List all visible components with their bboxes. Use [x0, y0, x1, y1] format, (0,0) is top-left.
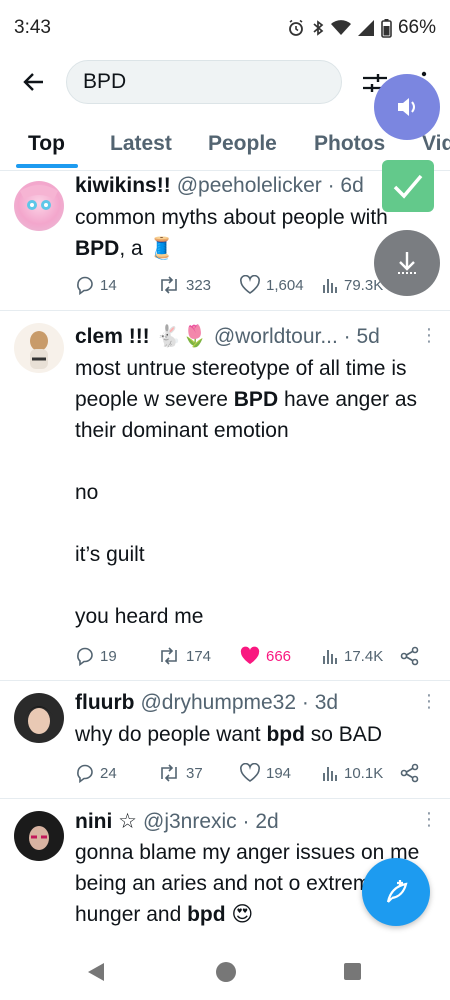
views-chart-icon: [323, 767, 337, 781]
like-button[interactable]: 1,604: [239, 272, 304, 298]
retweet-count: 323: [186, 276, 212, 294]
tab-top[interactable]: Top: [28, 132, 65, 156]
like-count: 666: [266, 647, 292, 665]
tweet-actions: 19 174 666 17.4K: [75, 643, 425, 669]
reply-icon: [77, 764, 93, 783]
wifi-icon: [330, 20, 351, 35]
system-navigation-bar: [0, 944, 450, 1000]
share-button[interactable]: [400, 760, 420, 786]
tweet-text-paragraph: it’s guilt: [75, 543, 145, 566]
avatar[interactable]: [14, 811, 64, 861]
tweet-text: why do people want bpd so BAD: [75, 723, 382, 746]
tweet-more-icon[interactable]: ⋮: [420, 691, 438, 713]
tweet-header: nini ☆ @j3nrexic · 2d: [75, 809, 279, 834]
avatar[interactable]: [14, 323, 64, 373]
alarm-icon: [289, 19, 303, 36]
checkmark-icon: [393, 174, 423, 199]
audio-overlay-button[interactable]: [374, 74, 440, 140]
share-icon: [400, 646, 419, 666]
speaker-icon: [398, 98, 415, 116]
retweet-count: 37: [186, 764, 203, 782]
tweet-header: fluurb @dryhumpme32 · 3d: [75, 691, 338, 715]
status-bar: 3:43 66%: [0, 0, 450, 56]
display-name[interactable]: nini ☆: [75, 809, 137, 834]
handle[interactable]: @peeholelicker · 6d: [177, 174, 364, 198]
back-button[interactable]: [18, 66, 50, 98]
heart-filled-icon: [240, 646, 260, 664]
tweet-card[interactable]: clem !!! 🐇🌷 @worldtour... · 5d most untr…: [0, 311, 450, 681]
tweet-header: clem !!! 🐇🌷 @worldtour... · 5d: [75, 325, 380, 349]
retweet-icon: [161, 276, 177, 294]
tab-latest[interactable]: Latest: [110, 132, 172, 156]
tweet-text-paragraph: you heard me: [75, 605, 204, 628]
handle[interactable]: @worldtour... · 5d: [214, 325, 380, 349]
heart-icon: [240, 275, 260, 294]
views-button[interactable]: 10.1K: [321, 760, 383, 786]
tweet-actions: 14 323 1,604 79.3K: [75, 272, 425, 298]
avatar[interactable]: [14, 181, 64, 231]
tab-videos[interactable]: Vid: [422, 132, 450, 156]
view-count: 17.4K: [344, 647, 384, 665]
display-name[interactable]: clem !!! 🐇🌷: [75, 325, 208, 349]
reply-icon: [77, 647, 93, 666]
nav-back-icon[interactable]: [86, 962, 106, 982]
search-input[interactable]: BPD: [66, 60, 342, 104]
reply-button[interactable]: 19: [75, 643, 117, 669]
download-icon: [398, 252, 416, 274]
display-name[interactable]: kiwikins!!: [75, 174, 171, 198]
reply-icon: [77, 276, 93, 295]
display-name[interactable]: fluurb: [75, 691, 134, 715]
battery-icon: [381, 18, 392, 38]
tab-photos[interactable]: Photos: [314, 132, 385, 156]
reply-count: 14: [100, 276, 117, 294]
retweet-button[interactable]: 37: [157, 760, 203, 786]
tweet-more-icon[interactable]: ⋮: [420, 325, 438, 347]
share-icon: [400, 763, 419, 783]
search-query: BPD: [83, 70, 127, 93]
views-button[interactable]: 79.3K: [321, 272, 383, 298]
download-overlay-button[interactable]: [374, 230, 440, 296]
status-time: 3:43: [14, 17, 51, 38]
arrow-left-icon: [23, 73, 43, 91]
like-count: 194: [266, 764, 292, 782]
like-count: 1,604: [266, 276, 304, 294]
nav-recents-icon[interactable]: [344, 963, 361, 980]
tab-people[interactable]: People: [208, 132, 277, 156]
tweet-card[interactable]: fluurb @dryhumpme32 · 3d why do people w…: [0, 681, 450, 799]
retweet-icon: [161, 764, 177, 782]
share-button[interactable]: [400, 643, 420, 669]
tweet-actions: 24 37 194 10.1K: [75, 760, 425, 786]
signal-icon: [357, 20, 374, 36]
tweet-more-icon[interactable]: ⋮: [420, 809, 438, 831]
reply-button[interactable]: 14: [75, 272, 117, 298]
reply-count: 19: [100, 647, 117, 665]
views-chart-icon: [323, 279, 337, 293]
check-overlay-button[interactable]: [382, 160, 434, 212]
like-button[interactable]: 194: [239, 760, 291, 786]
bluetooth-icon: [313, 20, 324, 36]
compose-button[interactable]: [362, 858, 430, 926]
views-chart-icon: [323, 650, 337, 664]
battery-percent: 66%: [397, 17, 436, 38]
tweet-header: kiwikins!! @peeholelicker · 6d: [75, 174, 364, 198]
compose-feather-icon: [386, 880, 408, 903]
reply-count: 24: [100, 764, 117, 782]
nav-home-icon[interactable]: [216, 962, 236, 982]
active-tab-indicator: [16, 164, 78, 168]
reply-button[interactable]: 24: [75, 760, 117, 786]
handle[interactable]: @j3nrexic · 2d: [143, 810, 279, 834]
retweet-icon: [161, 647, 177, 665]
retweet-button[interactable]: 174: [157, 643, 211, 669]
handle[interactable]: @dryhumpme32 · 3d: [140, 691, 338, 715]
view-count: 10.1K: [344, 764, 384, 782]
status-icons: 66%: [287, 17, 436, 39]
tweet-text-paragraph: no: [75, 481, 99, 504]
retweet-count: 174: [186, 647, 212, 665]
like-button-active[interactable]: 666: [239, 643, 291, 669]
retweet-button[interactable]: 323: [157, 272, 211, 298]
heart-icon: [240, 763, 260, 782]
avatar[interactable]: [14, 693, 64, 743]
tweet-text: most untrue stereotype of all time is pe…: [75, 357, 418, 442]
views-button[interactable]: 17.4K: [321, 643, 383, 669]
